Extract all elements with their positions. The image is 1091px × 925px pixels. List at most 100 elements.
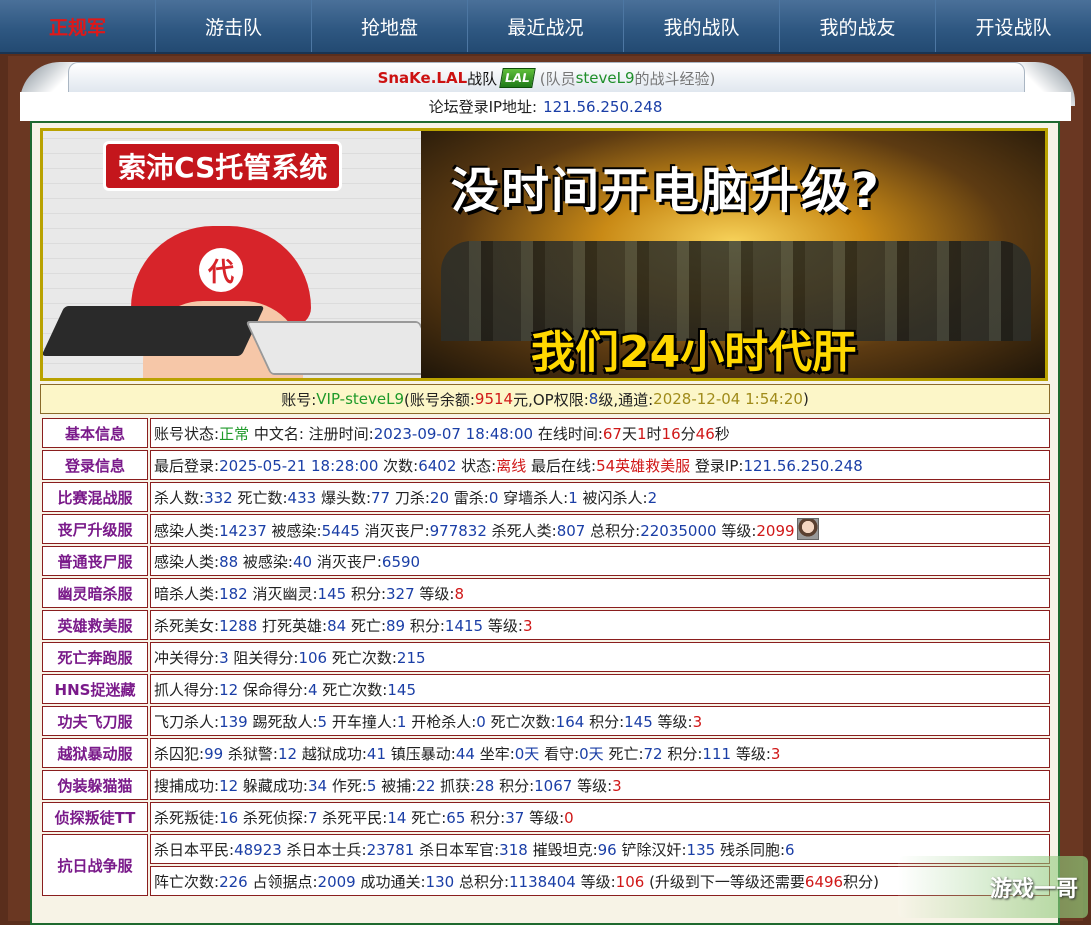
table-row: 比赛混战服 杀人数:332 死亡数:433 爆头数:77 刀杀:20 雷杀:0 穿… bbox=[42, 482, 1050, 512]
nav-my-teammates[interactable]: 我的战友 bbox=[780, 0, 936, 52]
nav-recent-battles[interactable]: 最近战况 bbox=[468, 0, 624, 52]
stat-segment: 状态: bbox=[456, 456, 497, 475]
row-label[interactable]: 基本信息 bbox=[42, 418, 148, 448]
level-avatar-icon bbox=[796, 517, 819, 540]
row-values: 最后登录:2025-05-21 18:28:00 次数:6402 状态:离线 最… bbox=[150, 450, 1050, 480]
stat-segment: 2025-05-21 18:28:00 bbox=[219, 456, 379, 475]
ad-banner[interactable]: 索沛CS托管系统 代 没时间开电脑升级? 我们24小时代肝 bbox=[40, 128, 1048, 381]
stat-segment: 164 bbox=[555, 712, 585, 731]
nav-regular-army[interactable]: 正规军 bbox=[0, 0, 156, 52]
stat-segment: 41 bbox=[366, 744, 386, 763]
team-name[interactable]: SnaKe.LAL bbox=[378, 69, 468, 87]
row-label[interactable]: 登录信息 bbox=[42, 450, 148, 480]
row-label[interactable]: 死亡奔跑服 bbox=[42, 642, 148, 672]
stat-segment: 332 bbox=[204, 488, 233, 507]
stat-segment: 2 bbox=[647, 488, 658, 507]
stat-segment: 等级: bbox=[575, 872, 616, 891]
nav-my-team[interactable]: 我的战队 bbox=[624, 0, 780, 52]
player-name[interactable]: steveL9 bbox=[576, 69, 635, 87]
acct-label: 账号: bbox=[281, 390, 317, 409]
stat-segment: 成功通关: bbox=[355, 872, 426, 891]
acct-op-level: 8 bbox=[588, 390, 599, 408]
stat-segment: 积分) bbox=[843, 872, 879, 891]
row-label[interactable]: 功夫飞刀服 bbox=[42, 706, 148, 736]
row-values: 杀死叛徒:16 杀死侦探:7 杀死平民:14 死亡:65 积分:37 等级:0 bbox=[150, 802, 1050, 832]
stat-segment: 2023-09-07 18:48:00 bbox=[373, 424, 534, 443]
row-values: 账号状态:正常 中文名: 注册时间:2023-09-07 18:48:00 在线… bbox=[150, 418, 1050, 448]
stat-segment: 0天 bbox=[514, 744, 540, 763]
row-label[interactable]: 普通丧尸服 bbox=[42, 546, 148, 576]
row-label[interactable]: 侦探叛徒TT bbox=[42, 802, 148, 832]
stat-segment: 被感染: bbox=[266, 521, 322, 540]
stat-segment: 死亡次数: bbox=[317, 680, 388, 699]
stat-segment: 阻关得分: bbox=[228, 648, 299, 667]
stat-segment: 182 bbox=[219, 584, 248, 603]
row-label[interactable]: 越狱暴动服 bbox=[42, 738, 148, 768]
stat-segment: 20 bbox=[429, 488, 450, 507]
row-label[interactable]: 英雄救美服 bbox=[42, 610, 148, 640]
banner-left-image: 索沛CS托管系统 代 bbox=[43, 131, 445, 378]
acct-op-label: 元,OP权限: bbox=[513, 390, 589, 409]
nav-grab-territory[interactable]: 抢地盘 bbox=[312, 0, 468, 52]
stat-segment: 穿墙杀人: bbox=[498, 488, 569, 507]
row-label[interactable]: 丧尸升级服 bbox=[42, 514, 148, 544]
stat-segment: 318 bbox=[499, 840, 528, 859]
stat-segment: 抓人得分: bbox=[154, 680, 220, 699]
table-row: 基本信息 账号状态:正常 中文名: 注册时间:2023-09-07 18:48:0… bbox=[42, 418, 1050, 448]
nav-guerrilla[interactable]: 游击队 bbox=[156, 0, 312, 52]
stat-segment: 28 bbox=[475, 776, 495, 795]
stat-segment: 106 bbox=[298, 648, 328, 667]
acct-channel-value: 2028-12-04 1:54:20 bbox=[653, 390, 803, 408]
stat-segment: 3 bbox=[692, 712, 703, 731]
team-badge-icon: LAL bbox=[499, 68, 536, 88]
stat-segment: 0 bbox=[488, 488, 499, 507]
stat-segment: 镇压暴动: bbox=[386, 744, 456, 763]
stat-segment: 最后在线: bbox=[526, 456, 597, 475]
row-values: 杀死美女:1288 打死英雄:84 死亡:89 积分:1415 等级:3 bbox=[150, 610, 1050, 640]
row-label[interactable]: HNS捉迷藏 bbox=[42, 674, 148, 704]
stat-segment: 感染人类: bbox=[154, 552, 220, 571]
nav-create-team[interactable]: 开设战队 bbox=[936, 0, 1091, 52]
stat-segment: 215 bbox=[396, 648, 426, 667]
stat-segment: 消灭丧尸: bbox=[359, 521, 430, 540]
top-nav: 正规军 游击队 抢地盘 最近战况 我的战队 我的战友 开设战队 bbox=[0, 0, 1091, 54]
row-values: 杀人数:332 死亡数:433 爆头数:77 刀杀:20 雷杀:0 穿墙杀人:1… bbox=[150, 482, 1050, 512]
banner-right-image: 没时间开电脑升级? 我们24小时代肝 bbox=[421, 131, 1045, 378]
row-label[interactable]: 幽灵暗杀服 bbox=[42, 578, 148, 608]
ip-value: 121.56.250.248 bbox=[543, 97, 663, 116]
stat-segment: 杀死平民: bbox=[317, 808, 388, 827]
row-label[interactable]: 抗日战争服 bbox=[42, 834, 148, 896]
stat-segment: 2009 bbox=[317, 872, 356, 891]
stat-segment: 34 bbox=[307, 776, 328, 795]
row-label[interactable]: 伪装躲猫猫 bbox=[42, 770, 148, 800]
stat-segment: 6496 bbox=[804, 872, 844, 891]
stat-segment: 145 bbox=[317, 584, 347, 603]
table-row: 功夫飞刀服 飞刀杀人:139 踢死敌人:5 开车撞人:1 开枪杀人:0 死亡次数:… bbox=[42, 706, 1050, 736]
row-values: 感染人类:14237 被感染:5445 消灭丧尸:977832 杀死人类:807… bbox=[150, 514, 1050, 544]
table-row: 越狱暴动服 杀囚犯:99 杀狱警:12 越狱成功:41 镇压暴动:44 坐牢:0天… bbox=[42, 738, 1050, 768]
stat-segment: 死亡: bbox=[346, 616, 386, 635]
stat-segment: 4 bbox=[307, 680, 318, 699]
stat-segment: 铲除汉奸: bbox=[616, 840, 687, 859]
stat-segment: 积分: bbox=[662, 744, 703, 763]
page-title: SnaKe.LAL 战队 LAL (队员 steveL9 的战斗经验) bbox=[68, 62, 1025, 93]
stat-segment: 89 bbox=[386, 616, 406, 635]
stat-segment: 130 bbox=[425, 872, 455, 891]
stat-segment: 1 bbox=[636, 424, 647, 443]
stat-segment: 杀死人类: bbox=[486, 521, 557, 540]
stat-segment: 在线时间: bbox=[533, 424, 603, 443]
stat-segment: 阵亡次数: bbox=[154, 872, 220, 891]
stat-segment: 分 bbox=[680, 424, 696, 443]
stat-segment: 积分: bbox=[494, 776, 535, 795]
row-label[interactable]: 比赛混战服 bbox=[42, 482, 148, 512]
stat-segment: 坐牢: bbox=[474, 744, 515, 763]
stat-segment: 躲藏成功: bbox=[238, 776, 308, 795]
stat-segment: 天 bbox=[621, 424, 637, 443]
stat-segment: 0 bbox=[564, 808, 574, 827]
stat-segment: 摧毁坦克: bbox=[527, 840, 598, 859]
stat-segment: 死亡: bbox=[603, 744, 644, 763]
stat-segment: 96 bbox=[597, 840, 617, 859]
table-row: 幽灵暗杀服 暗杀人类:182 消灭幽灵:145 积分:327 等级:8 bbox=[42, 578, 1050, 608]
stat-segment: 12 bbox=[219, 776, 239, 795]
stat-segment: 72 bbox=[643, 744, 663, 763]
